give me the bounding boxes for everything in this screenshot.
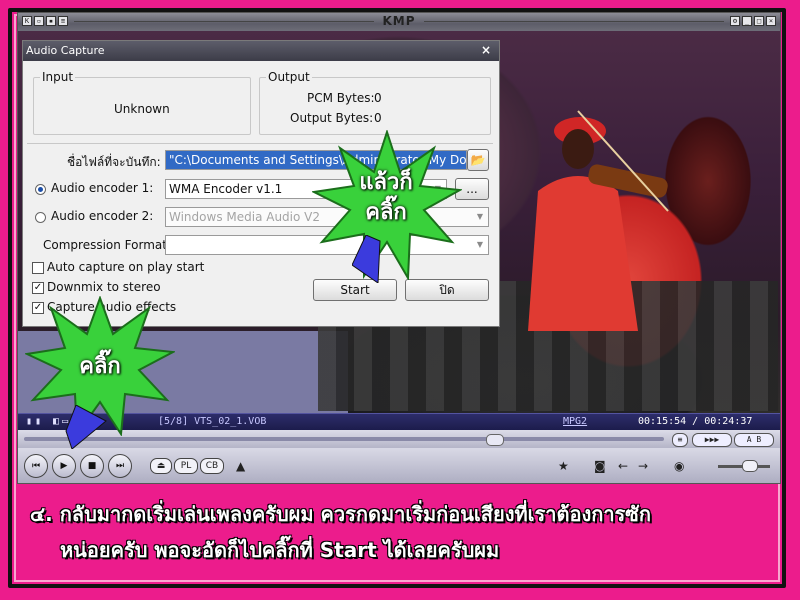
dialog-close-icon[interactable]: × (481, 43, 491, 57)
close-dialog-button[interactable]: ปิด (405, 279, 489, 301)
output-bytes-label: Output Bytes: (290, 111, 374, 125)
pcm-bytes-value: 0 (374, 91, 382, 105)
input-group-label: Input (40, 70, 76, 84)
status-codec[interactable]: MPG2 (563, 416, 587, 427)
arrow-left-icon[interactable]: ← (618, 459, 628, 473)
volume-thumb[interactable] (742, 460, 758, 472)
stop-icon[interactable]: ■ (80, 454, 104, 478)
settings-icon[interactable]: ⚙ (730, 16, 740, 26)
input-group: Input Unknown (33, 70, 251, 135)
minimize-icon[interactable]: _ (742, 16, 752, 26)
output-group-label: Output (266, 70, 312, 84)
encoder2-value: Windows Media Audio V2 (169, 210, 321, 224)
frame-step-buttons[interactable]: ▶▶▶ (692, 433, 732, 447)
playlist-pill-button[interactable]: PL (174, 458, 198, 474)
violinist-figure (528, 110, 669, 331)
next-icon[interactable]: ⏭ (108, 454, 132, 478)
player-controls: ⏮ ▶ ■ ⏭ ⏏ PL CB ▲ ★ ◙ ← → ◉ (18, 448, 780, 483)
filename-label: ชื่อไฟล์ที่จะบันทึก: (67, 155, 161, 169)
top-pointer-arrow (352, 235, 381, 283)
seek-track[interactable] (24, 437, 664, 441)
encoder1-label[interactable]: Audio encoder 1: (51, 181, 153, 195)
equalizer-icon[interactable]: ≡ (672, 433, 688, 447)
bottom-callout-text: คลิ๊ก (79, 354, 121, 379)
encoder1-value: WMA Encoder v1.1 (169, 182, 283, 196)
encoder1-radio[interactable] (35, 184, 46, 195)
close-icon[interactable]: × (766, 16, 776, 26)
status-time[interactable]: 00:15:54 / 00:24:37 (638, 416, 752, 427)
auto-capture-label[interactable]: Auto capture on play start (47, 260, 204, 274)
mute-speaker-icon[interactable]: ◉ (674, 459, 684, 473)
titlebar-line-right (424, 21, 724, 22)
browse-folder-icon[interactable]: 📂 (467, 149, 489, 171)
ab-repeat-buttons[interactable]: A B (734, 433, 774, 447)
caption-line1: ๔. กลับมากดเริ่มเล่นเพลงครับผม ควรกดมาเร… (30, 502, 651, 526)
play-icon[interactable]: ▶ (52, 454, 76, 478)
eject-icon[interactable]: ⏏ (150, 458, 172, 474)
pcm-bytes-label: PCM Bytes: (307, 91, 375, 105)
input-value: Unknown (114, 102, 170, 116)
downmix-label[interactable]: Downmix to stereo (47, 280, 161, 294)
downmix-checkbox[interactable]: ✓ (32, 282, 44, 294)
open-menu-icon[interactable]: ▲ (236, 459, 245, 473)
auto-capture-checkbox[interactable] (32, 262, 44, 274)
top-callout-line1: แล้วก็ (359, 170, 413, 195)
previous-icon[interactable]: ⏮ (24, 454, 48, 478)
capture-camera-icon[interactable]: ◙ (594, 459, 606, 473)
top-callout-line2: คลิ๊ก (365, 200, 407, 225)
seek-thumb[interactable] (486, 434, 504, 446)
bookmark-star-icon[interactable]: ★ (558, 459, 569, 473)
output-group: Output PCM Bytes: 0 Output Bytes: 0 (259, 70, 491, 135)
instruction-caption: ๔. กลับมากดเริ่มเล่นเพลงครับผม ควรกดมาเร… (30, 496, 770, 568)
output-bytes-value: 0 (374, 111, 382, 125)
bottom-pointer-arrow (65, 405, 107, 449)
maximize-icon[interactable]: □ (754, 16, 764, 26)
encoder2-chevron-down-icon[interactable]: ▼ (472, 208, 488, 226)
compression-chevron-down-icon[interactable]: ▼ (472, 236, 488, 254)
encoder2-radio[interactable] (35, 212, 46, 223)
player-titlebar[interactable]: K ▫ ▪ ≡ KMP ⚙ _ □ × (18, 13, 780, 32)
top-callout-text: แล้วก็ คลิ๊ก (346, 168, 426, 228)
caption-line2: หน่อยครับ พอจะอัดก็ไปคลิ๊กที่ Start ได้เ… (60, 538, 500, 562)
encoder2-label[interactable]: Audio encoder 2: (51, 209, 153, 223)
dialog-titlebar[interactable]: Audio Capture × (23, 41, 499, 61)
arrow-right-icon[interactable]: → (638, 459, 648, 473)
control-box-pill-button[interactable]: CB (200, 458, 224, 474)
compression-label: Compression Format: (43, 238, 172, 252)
dialog-title: Audio Capture (26, 44, 105, 57)
